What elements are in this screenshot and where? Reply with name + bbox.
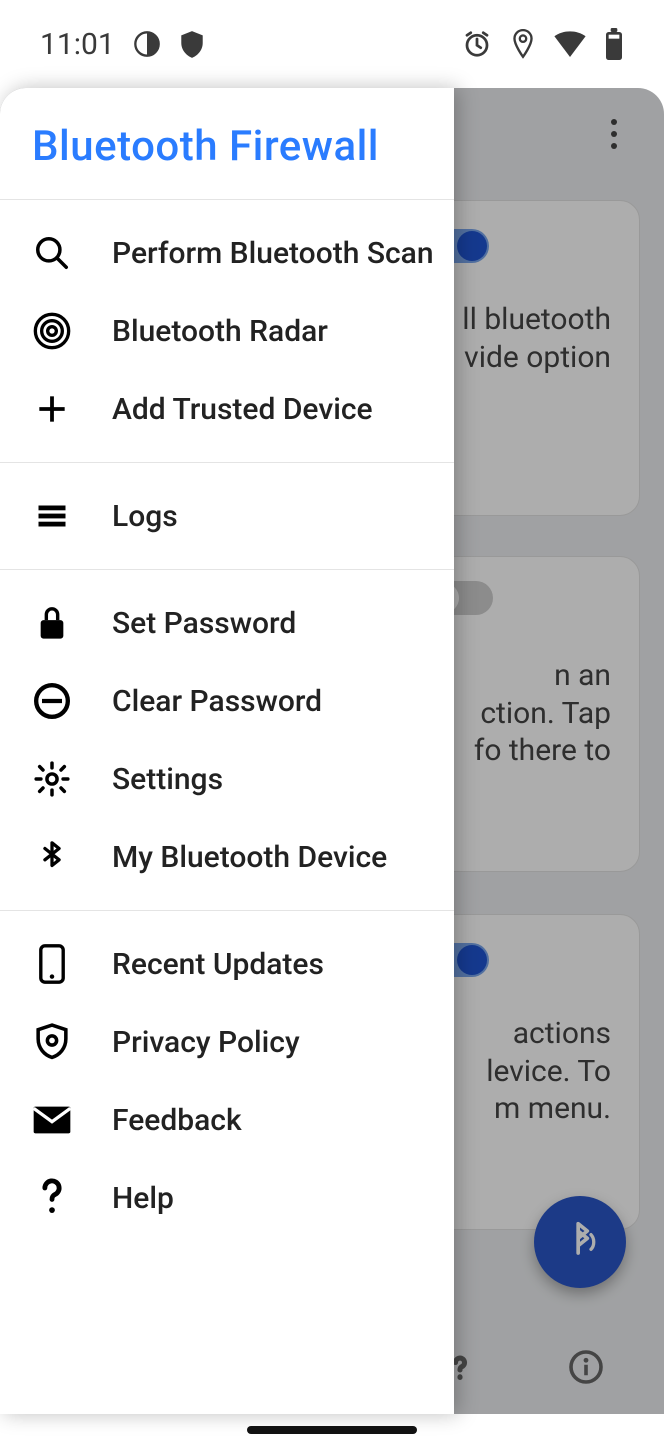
drawer-item-label: Logs bbox=[112, 499, 178, 534]
drawer-item-label: Recent Updates bbox=[112, 947, 324, 982]
drawer-item-settings[interactable]: Settings bbox=[0, 740, 454, 818]
status-bar: 11:01 bbox=[0, 0, 664, 88]
drawer-item-recent-updates[interactable]: Recent Updates bbox=[0, 925, 454, 1003]
gear-icon bbox=[30, 757, 74, 801]
clear-circle-icon bbox=[30, 679, 74, 723]
drawer-item-label: Bluetooth Radar bbox=[112, 314, 328, 349]
drawer-item-label: My Bluetooth Device bbox=[112, 840, 387, 875]
wifi-icon bbox=[554, 31, 586, 57]
status-time: 11:01 bbox=[40, 27, 115, 62]
drawer-item-clear-password[interactable]: Clear Password bbox=[0, 662, 454, 740]
drawer-header: Bluetooth Firewall bbox=[0, 88, 454, 199]
drawer-item-help[interactable]: Help bbox=[0, 1159, 454, 1237]
drawer-item-label: Feedback bbox=[112, 1103, 242, 1138]
drawer-item-label: Set Password bbox=[112, 606, 296, 641]
search-icon bbox=[30, 231, 74, 275]
bluetooth-icon bbox=[30, 835, 74, 879]
battery-icon bbox=[604, 28, 624, 60]
mail-icon bbox=[30, 1098, 74, 1142]
drawer-item-set-password[interactable]: Set Password bbox=[0, 584, 454, 662]
status-dot-icon bbox=[133, 30, 161, 58]
drawer-item-label: Add Trusted Device bbox=[112, 392, 373, 427]
alarm-icon bbox=[462, 29, 492, 59]
drawer-item-radar[interactable]: Bluetooth Radar bbox=[0, 292, 454, 370]
drawer-item-label: Privacy Policy bbox=[112, 1025, 300, 1060]
drawer-item-privacy[interactable]: Privacy Policy bbox=[0, 1003, 454, 1081]
plus-icon bbox=[30, 387, 74, 431]
drawer-item-logs[interactable]: Logs bbox=[0, 477, 454, 555]
help-icon bbox=[30, 1176, 74, 1220]
lock-icon bbox=[30, 601, 74, 645]
status-shield-icon bbox=[179, 29, 205, 59]
radar-icon bbox=[30, 309, 74, 353]
privacy-shield-icon bbox=[30, 1020, 74, 1064]
drawer-item-label: Perform Bluetooth Scan bbox=[112, 236, 434, 271]
navigation-handle[interactable] bbox=[247, 1426, 417, 1434]
location-icon bbox=[510, 28, 536, 60]
status-bar-left: 11:01 bbox=[40, 27, 205, 62]
drawer-item-add-trusted[interactable]: Add Trusted Device bbox=[0, 370, 454, 448]
drawer-item-label: Clear Password bbox=[112, 684, 322, 719]
drawer-item-label: Help bbox=[112, 1181, 174, 1216]
drawer-item-label: Settings bbox=[112, 762, 223, 797]
logs-icon bbox=[30, 494, 74, 538]
phone-icon bbox=[30, 942, 74, 986]
navigation-drawer: Bluetooth Firewall Perform Bluetooth Sca… bbox=[0, 88, 454, 1414]
drawer-item-scan[interactable]: Perform Bluetooth Scan bbox=[0, 214, 454, 292]
drawer-item-my-device[interactable]: My Bluetooth Device bbox=[0, 818, 454, 896]
status-bar-right bbox=[462, 28, 624, 60]
drawer-item-feedback[interactable]: Feedback bbox=[0, 1081, 454, 1159]
drawer-title: Bluetooth Firewall bbox=[32, 122, 422, 171]
